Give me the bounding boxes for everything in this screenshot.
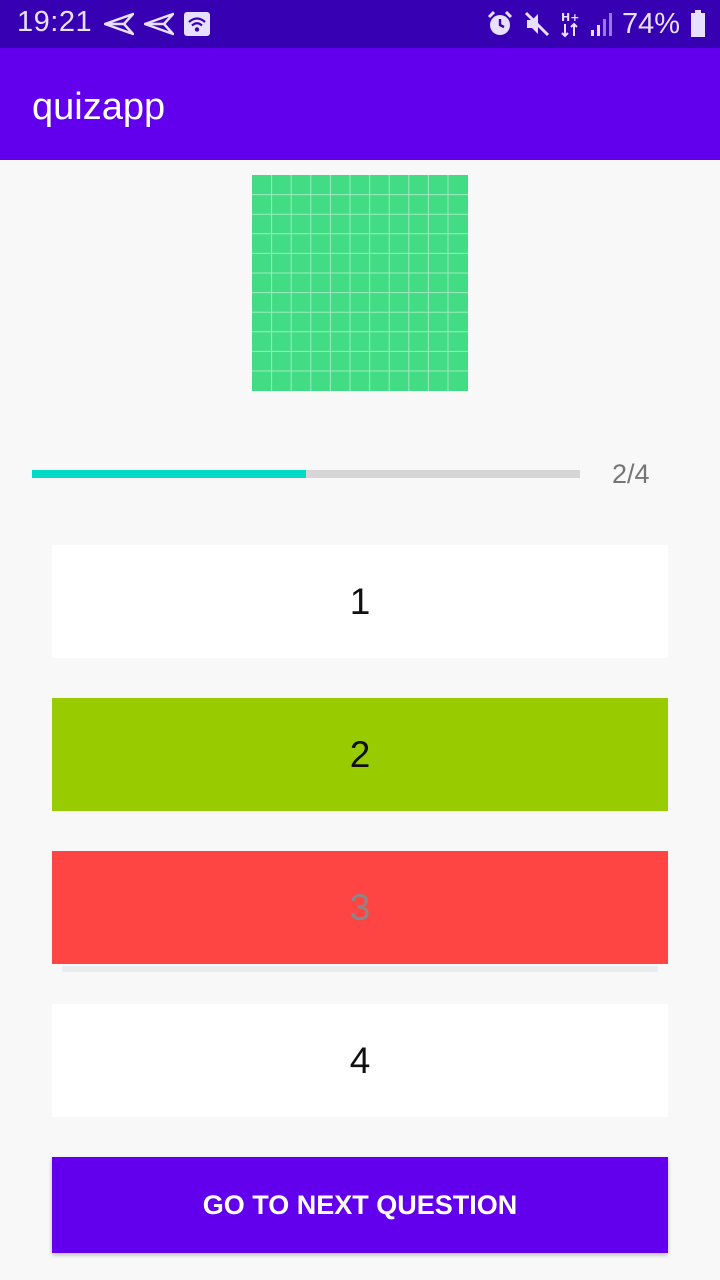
grid-image-background (252, 175, 468, 391)
signal-icon (590, 13, 612, 36)
option-2-label: 2 (349, 733, 371, 775)
app-title: quizapp (32, 86, 166, 128)
option-4-button[interactable]: 4 (52, 1004, 668, 1117)
question-image (252, 175, 468, 391)
send-icon (144, 12, 174, 36)
next-question-button[interactable]: GO TO NEXT QUESTION (52, 1157, 668, 1253)
status-system-icons: H+ 74% (486, 6, 706, 42)
option-1-label: 1 (349, 580, 371, 622)
battery-icon (691, 10, 705, 37)
option-3-button[interactable]: 3 (52, 851, 668, 964)
wifi-icon (184, 12, 210, 36)
option-1-button[interactable]: 1 (52, 545, 668, 658)
option-3-label: 3 (349, 886, 371, 928)
status-time: 19:21 (17, 6, 93, 38)
option-2-button[interactable]: 2 (52, 698, 668, 811)
app-bar: quizapp (0, 48, 720, 160)
data-hplus-icon: H+ (561, 11, 579, 38)
option-4-label: 4 (349, 1039, 371, 1081)
battery-percent: 74% (621, 7, 680, 40)
option-3-shadow (62, 966, 658, 972)
status-notification-icons (104, 10, 210, 38)
status-bar: 19:21 H+ 74% (0, 0, 720, 48)
progress-text: 2/4 (612, 459, 650, 489)
next-question-label: GO TO NEXT QUESTION (202, 1189, 518, 1220)
progress-bar (32, 470, 580, 478)
send-icon (104, 12, 134, 36)
alarm-icon (487, 10, 513, 35)
mute-icon (524, 11, 550, 37)
svg-text:H+: H+ (561, 11, 579, 24)
progress-fill (32, 470, 306, 478)
